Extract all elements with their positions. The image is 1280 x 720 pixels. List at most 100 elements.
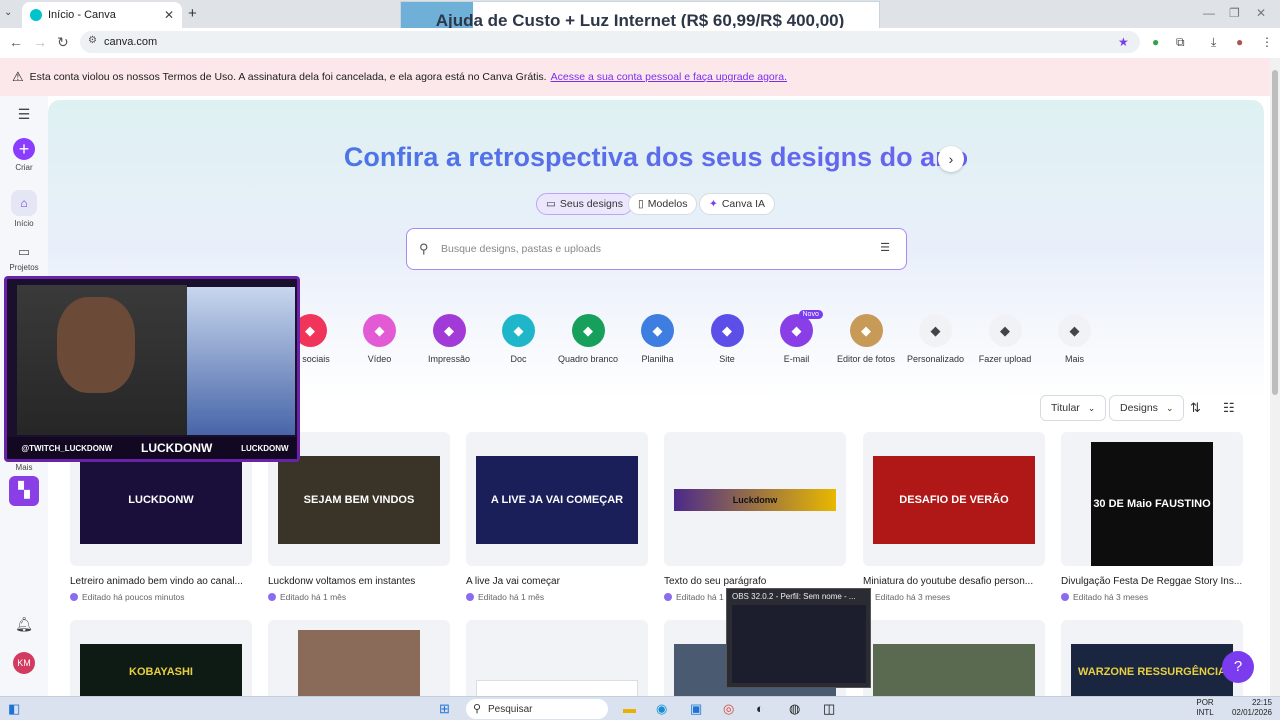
design-card[interactable] <box>268 620 450 700</box>
design-card[interactable]: A LIVE JA VAI COMEÇAR A live Ja vai começ… <box>466 432 648 602</box>
hamburger-menu-icon[interactable]: ☰ <box>0 106 48 123</box>
steam-icon[interactable]: ◐ <box>756 701 764 716</box>
filter-sliders-icon[interactable]: ☰ <box>880 241 890 254</box>
design-title[interactable]: Miniatura do youtube desafio person... <box>863 576 1045 587</box>
thumbnail-text: WARZONE RESSURGÊNCIA <box>1071 644 1233 700</box>
downloads-icon[interactable]: ⤓ <box>1211 35 1216 50</box>
obs-icon[interactable]: ◍ <box>789 701 800 717</box>
category-item[interactable]: ◆ Planilha <box>622 314 694 364</box>
search-icon: ⚲ <box>473 703 482 715</box>
category-item[interactable]: ◆ Impressão <box>413 314 485 364</box>
projects-label: Projetos <box>9 263 39 272</box>
design-card[interactable]: DESAFIO DE VERÃO Miniatura do youtube des… <box>863 432 1045 602</box>
design-card[interactable] <box>466 620 648 700</box>
bookmark-star-icon[interactable]: ★ <box>1118 35 1129 49</box>
page-scrollbar[interactable] <box>1270 58 1280 696</box>
warning-icon: ⚠ <box>12 69 24 84</box>
url-text: canva.com <box>104 36 158 48</box>
design-title[interactable]: Texto do seu parágrafo <box>664 576 846 587</box>
category-item[interactable]: ◆ Fazer upload <box>969 314 1041 364</box>
close-tab-icon[interactable]: ✕ <box>164 8 174 22</box>
system-tray[interactable]: POR INTL 22:15 02/01/2026 <box>1196 698 1272 718</box>
design-thumbnail[interactable] <box>863 620 1045 700</box>
minimize-icon[interactable]: — <box>1203 6 1215 20</box>
search-placeholder: Busque designs, pastas e uploads <box>441 243 601 255</box>
owner-dropdown[interactable]: Titular ⌄ <box>1040 395 1107 421</box>
owner-avatar-icon <box>70 593 78 601</box>
design-thumbnail[interactable]: Luckdonw <box>664 432 846 566</box>
folder-icon: ▭ <box>546 198 556 210</box>
file-explorer-icon[interactable]: ▬ <box>623 701 636 716</box>
design-title[interactable]: Divulgação Festa De Reggae Story Ins... <box>1061 576 1243 587</box>
design-thumbnail[interactable] <box>466 620 648 700</box>
create-label: Criar <box>15 163 33 172</box>
obs-preview-popup[interactable]: OBS 32.0.2 - Perfil: Sem nome - ... <box>726 588 871 688</box>
pill-seus-designs[interactable]: ▭ Seus designs <box>536 193 633 215</box>
design-card[interactable]: KOBAYASHI <box>70 620 252 700</box>
design-thumbnail[interactable]: DESAFIO DE VERÃO <box>863 432 1045 566</box>
pill-canva-ia[interactable]: ✦ Canva IA <box>699 193 776 215</box>
forward-icon[interactable]: → <box>33 34 47 50</box>
create-button[interactable]: + Criar <box>0 138 48 172</box>
category-item[interactable]: ◆ Site <box>691 314 763 364</box>
category-item[interactable]: ◆ Novo E-mail <box>761 310 833 364</box>
rail-home[interactable]: ⌂ Início <box>0 190 48 228</box>
extensions-puzzle-icon[interactable]: ⧉ <box>1176 35 1185 50</box>
design-title[interactable]: Letreiro animado bem vindo ao canal... <box>70 576 252 587</box>
taskbar-search[interactable]: ⚲ Pesquisar <box>466 699 608 719</box>
tab-search-icon[interactable]: ⌄ <box>4 7 12 18</box>
upgrade-link[interactable]: Acesse a sua conta pessoal e faça upgrad… <box>551 71 787 83</box>
store-icon[interactable]: ▣ <box>690 701 702 717</box>
design-thumbnail[interactable]: WARZONE RESSURGÊNCIA <box>1061 620 1243 700</box>
search-input[interactable]: ⚲ Busque designs, pastas e uploads ☰ <box>406 228 907 270</box>
reload-icon[interactable]: ↻ <box>57 34 69 51</box>
account-avatar[interactable]: KM <box>0 652 48 674</box>
twitch-app-icon[interactable]: ▚ <box>0 476 48 506</box>
extension-green-icon[interactable]: ● <box>1152 35 1159 49</box>
rail-projects[interactable]: ▭ Projetos <box>0 244 48 272</box>
design-card[interactable] <box>863 620 1045 700</box>
design-card[interactable]: 30 DE Maio FAUSTINO Divulgação Festa De R… <box>1061 432 1243 602</box>
category-item[interactable]: ◆ Mais <box>1039 314 1111 364</box>
category-item[interactable]: ◆ Personalizado <box>900 314 972 364</box>
chrome-icon[interactable]: ◎ <box>723 701 734 717</box>
design-thumbnail[interactable]: 30 DE Maio FAUSTINO <box>1061 432 1243 566</box>
profile-avatar-icon[interactable]: ● <box>1236 35 1243 49</box>
category-item[interactable]: ◆ Quadro branco <box>552 314 624 364</box>
type-dropdown[interactable]: Designs ⌄ <box>1109 395 1185 421</box>
back-icon[interactable]: ← <box>9 34 23 50</box>
category-item[interactable]: ◆ Editor de fotos <box>830 314 902 364</box>
design-thumbnail[interactable] <box>268 620 450 700</box>
design-title[interactable]: Luckdonw voltamos em instantes <box>268 576 450 587</box>
obs-title: OBS 32.0.2 - Perfil: Sem nome - ... <box>732 592 856 601</box>
notifications-bell-icon[interactable]: 🔔︎ <box>0 616 48 633</box>
close-window-icon[interactable]: ✕ <box>1256 6 1266 20</box>
menu-kebab-icon[interactable]: ⋮ <box>1261 35 1273 49</box>
chevron-right-icon[interactable]: › <box>938 146 964 172</box>
design-thumbnail[interactable]: A LIVE JA VAI COMEÇAR <box>466 432 648 566</box>
category-item[interactable]: ◆ Vídeo <box>344 314 416 364</box>
pill-modelos[interactable]: ▯ Modelos <box>628 193 698 215</box>
design-card[interactable]: WARZONE RESSURGÊNCIA <box>1061 620 1243 700</box>
hero-title[interactable]: Confira a retrospectiva dos seus designs… <box>48 142 1264 173</box>
list-view-icon[interactable]: ☷ <box>1223 400 1235 416</box>
design-thumbnail[interactable]: KOBAYASHI <box>70 620 252 700</box>
rail-more[interactable]: Mais <box>0 463 48 472</box>
new-tab-icon[interactable]: + <box>188 5 197 22</box>
edited-time: Editado há 3 meses <box>875 592 951 602</box>
capcut-icon[interactable]: ◫ <box>823 701 835 717</box>
category-item[interactable]: ◆ Doc <box>483 314 555 364</box>
address-bar[interactable]: ⚙ canva.com <box>80 31 1140 53</box>
design-card[interactable]: Luckdonw Texto do seu parágrafo Editado há… <box>664 432 846 602</box>
browser-tab[interactable]: Início - Canva ✕ <box>22 2 182 28</box>
widgets-icon[interactable]: ◧ <box>8 701 20 717</box>
help-button[interactable]: ? <box>1222 651 1254 683</box>
pill-label: Seus designs <box>559 198 623 210</box>
site-info-icon[interactable]: ⚙ <box>88 35 97 46</box>
sort-icon[interactable]: ⇅ <box>1190 400 1201 416</box>
start-icon[interactable]: ⊞ <box>439 701 450 717</box>
design-title[interactable]: A live Ja vai começar <box>466 576 648 587</box>
edge-icon[interactable]: ◉ <box>656 701 667 717</box>
maximize-icon[interactable]: ❐ <box>1229 6 1240 20</box>
account-warning-banner: ⚠ Esta conta violou os nossos Termos de … <box>0 58 1270 96</box>
